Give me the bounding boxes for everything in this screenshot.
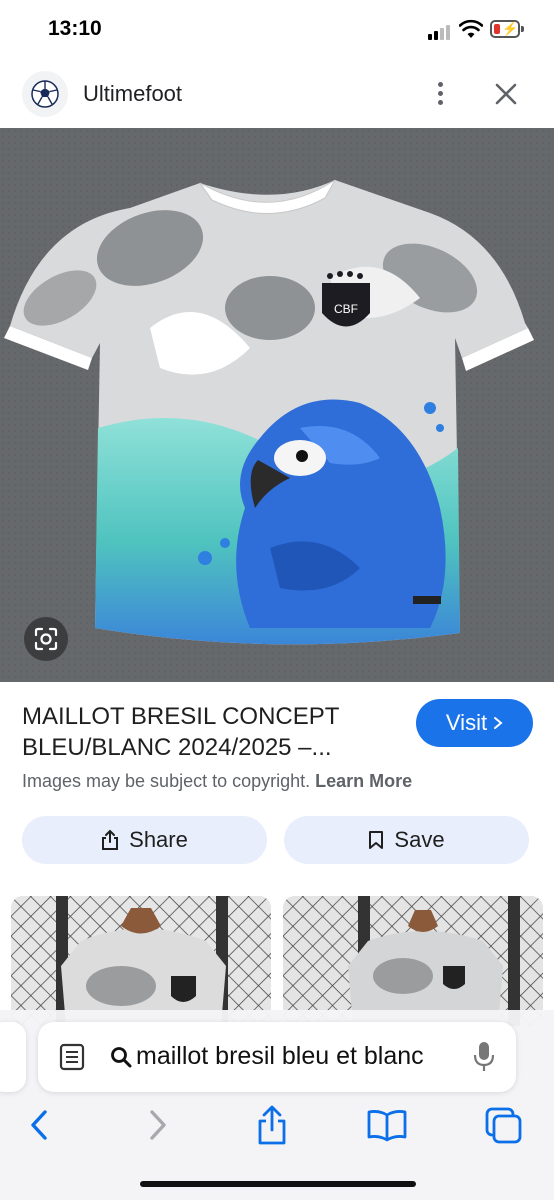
- more-vert-icon[interactable]: [428, 80, 452, 108]
- status-bar: 13:10 ⚡: [0, 0, 554, 60]
- cellular-signal-icon: [428, 22, 454, 40]
- browser-toolbar: [0, 1100, 554, 1160]
- svg-text:CBF: CBF: [334, 302, 358, 316]
- share-icon[interactable]: [247, 1100, 297, 1150]
- microphone-icon[interactable]: [472, 1040, 496, 1074]
- battery-cap: [521, 26, 524, 32]
- home-indicator: [140, 1181, 416, 1187]
- copyright-text: Images may be subject to copyright.: [22, 771, 311, 791]
- copyright-notice: Images may be subject to copyright. Lear…: [22, 771, 412, 792]
- result-title-line-1: MAILLOT BRESIL CONCEPT: [22, 703, 340, 730]
- result-title[interactable]: MAILLOT BRESIL CONCEPT BLEU/BLANC 2024/2…: [22, 701, 402, 763]
- battery-icon: ⚡: [490, 20, 520, 38]
- status-time: 13:10: [48, 17, 102, 40]
- chevron-right-icon: [494, 717, 503, 729]
- product-image[interactable]: CBF: [0, 128, 554, 682]
- share-label: Share: [129, 827, 188, 852]
- share-icon: [102, 829, 119, 850]
- tabs-icon[interactable]: [478, 1100, 528, 1150]
- address-bar[interactable]: maillot bresil bleu et blanc: [38, 1022, 516, 1092]
- back-icon[interactable]: [14, 1100, 64, 1150]
- learn-more-link[interactable]: Learn More: [315, 771, 412, 791]
- related-image-1[interactable]: [11, 896, 271, 1026]
- close-icon[interactable]: [493, 81, 519, 107]
- lens-icon[interactable]: [24, 617, 68, 661]
- share-button[interactable]: Share: [22, 816, 267, 864]
- soccer-ball-icon[interactable]: [22, 71, 68, 117]
- bookmark-icon: [369, 831, 384, 849]
- bookmarks-icon[interactable]: [362, 1100, 412, 1150]
- site-name[interactable]: Ultimefoot: [83, 81, 182, 107]
- jersey-illustration: CBF: [0, 128, 554, 682]
- site-header: Ultimefoot: [0, 62, 554, 128]
- previous-tab-preview[interactable]: [0, 1022, 26, 1092]
- related-image-2[interactable]: [283, 896, 543, 1026]
- visit-label: Visit: [445, 710, 488, 735]
- save-button[interactable]: Save: [284, 816, 529, 864]
- address-text[interactable]: maillot bresil bleu et blanc: [136, 1042, 456, 1071]
- forward-icon[interactable]: [133, 1100, 183, 1150]
- search-icon: [111, 1047, 132, 1068]
- visit-button[interactable]: Visit: [416, 699, 533, 747]
- save-label: Save: [394, 827, 445, 852]
- wifi-icon: [459, 19, 483, 38]
- reader-mode-icon[interactable]: [58, 1042, 86, 1072]
- result-title-line-2: BLEU/BLANC 2024/2025 –...: [22, 734, 332, 761]
